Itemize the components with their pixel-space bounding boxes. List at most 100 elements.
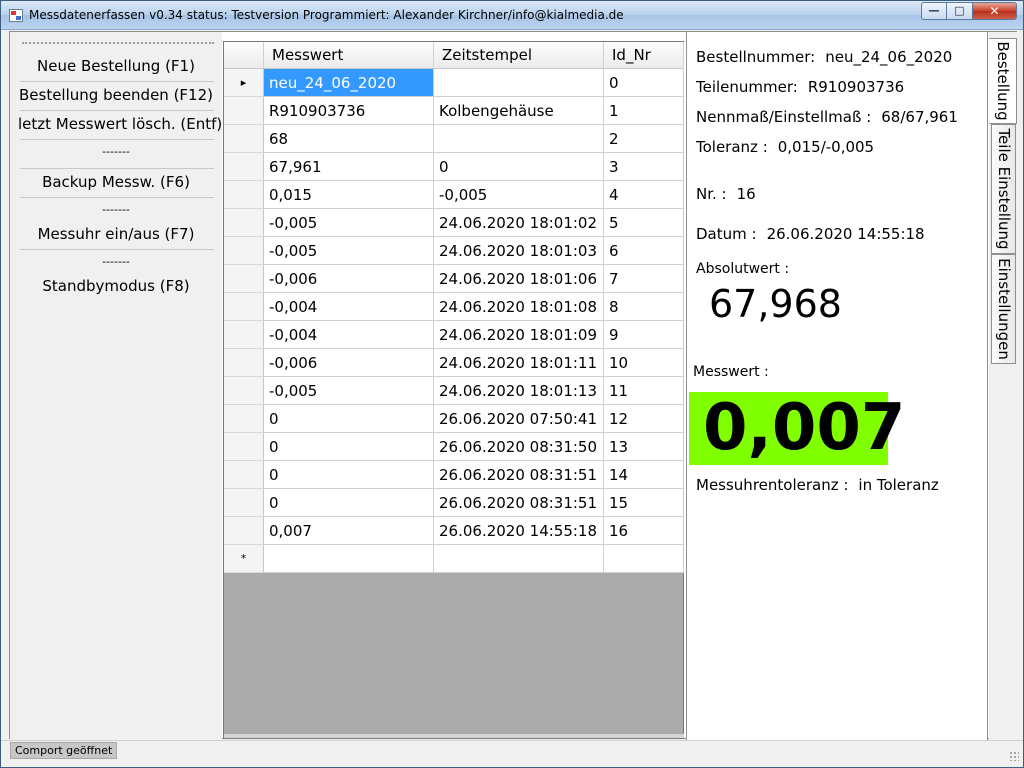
row-header[interactable] [224,405,264,433]
zeitstempel-cell[interactable]: 24.06.2020 18:01:02 [434,209,604,237]
table-row[interactable]: -0,004 24.06.2020 18:01:09 9 [224,321,684,349]
id-nr-cell[interactable]: 1 [604,97,684,125]
new-row-cell[interactable] [604,545,684,573]
new-order-button[interactable]: Neue Bestellung (F1) [18,52,214,80]
zeitstempel-cell[interactable]: 26.06.2020 08:31:50 [434,433,604,461]
row-header[interactable] [224,125,264,153]
app-icon[interactable] [9,9,23,22]
messwert-cell[interactable]: 0 [264,433,434,461]
table-row[interactable]: -0,005 24.06.2020 18:01:02 5 [224,209,684,237]
id-nr-cell[interactable]: 16 [604,517,684,545]
zeitstempel-cell[interactable]: 24.06.2020 18:01:13 [434,377,604,405]
finish-order-button[interactable]: Bestellung beenden (F12) [18,81,214,109]
row-header[interactable] [224,265,264,293]
new-row[interactable]: * [224,545,684,573]
delete-last-value-button[interactable]: letzt Messwert lösch. (Entf) [18,110,222,138]
messwert-cell[interactable]: 0 [264,405,434,433]
tab-bestellung[interactable]: Bestellung [989,38,1017,124]
id-nr-cell[interactable]: 11 [604,377,684,405]
zeitstempel-cell[interactable]: 26.06.2020 08:31:51 [434,489,604,517]
id-nr-cell[interactable]: 9 [604,321,684,349]
table-row[interactable]: 0 26.06.2020 08:31:51 14 [224,461,684,489]
table-row[interactable]: 0 26.06.2020 07:50:41 12 [224,405,684,433]
row-header[interactable] [224,97,264,125]
id-nr-cell[interactable]: 8 [604,293,684,321]
table-row[interactable]: -0,005 24.06.2020 18:01:03 6 [224,237,684,265]
messwert-cell[interactable]: -0,004 [264,321,434,349]
new-row-cell[interactable] [434,545,604,573]
zeitstempel-cell[interactable]: 26.06.2020 08:31:51 [434,461,604,489]
title-bar[interactable]: Messdatenerfassen v0.34 status: Testvers… [1,1,1023,30]
zeitstempel-cell[interactable]: 24.06.2020 18:01:03 [434,237,604,265]
tab-teile-einstellung[interactable]: Teile Einstellung [991,124,1016,254]
row-header[interactable] [224,181,264,209]
id-nr-cell[interactable]: 7 [604,265,684,293]
row-header[interactable] [224,349,264,377]
messwert-cell[interactable]: 0 [264,461,434,489]
column-header-zeitstempel[interactable]: Zeitstempel [434,42,604,69]
gauge-toggle-button[interactable]: Messuhr ein/aus (F7) [18,220,214,248]
id-nr-cell[interactable]: 5 [604,209,684,237]
backup-values-button[interactable]: Backup Messw. (F6) [18,168,214,196]
id-nr-cell[interactable]: 14 [604,461,684,489]
tab-einstellungen[interactable]: Einstellungen [991,254,1016,364]
id-nr-cell[interactable]: 6 [604,237,684,265]
messwert-cell[interactable]: -0,006 [264,265,434,293]
messwert-cell[interactable]: -0,005 [264,209,434,237]
id-nr-cell[interactable]: 15 [604,489,684,517]
new-row-header[interactable]: * [224,545,264,573]
row-header[interactable]: ▸ [224,69,264,97]
table-row[interactable]: 0,007 26.06.2020 14:55:18 16 [224,517,684,545]
messwert-cell[interactable]: 67,961 [264,153,434,181]
resize-grip-icon[interactable] [1009,751,1019,761]
standby-button[interactable]: Standbymodus (F8) [18,272,214,300]
id-nr-cell[interactable]: 10 [604,349,684,377]
zeitstempel-cell[interactable]: 26.06.2020 14:55:18 [434,517,604,545]
table-row[interactable]: R910903736 Kolbengehäuse 1 [224,97,684,125]
table-row[interactable]: 0,015 -0,005 4 [224,181,684,209]
table-row[interactable]: 67,961 0 3 [224,153,684,181]
zeitstempel-cell[interactable]: 0 [434,153,604,181]
minimize-button[interactable]: — [921,2,947,20]
messwert-cell[interactable]: 0,007 [264,517,434,545]
zeitstempel-cell[interactable]: 24.06.2020 18:01:08 [434,293,604,321]
zeitstempel-cell[interactable]: Kolbengehäuse [434,97,604,125]
row-header[interactable] [224,293,264,321]
column-header-id-nr[interactable]: Id_Nr [604,42,684,69]
messwert-cell[interactable]: 68 [264,125,434,153]
row-header[interactable] [224,209,264,237]
row-header[interactable] [224,153,264,181]
table-row[interactable]: -0,004 24.06.2020 18:01:08 8 [224,293,684,321]
table-row[interactable]: -0,006 24.06.2020 18:01:06 7 [224,265,684,293]
table-row[interactable]: -0,005 24.06.2020 18:01:13 11 [224,377,684,405]
table-row[interactable]: 68 2 [224,125,684,153]
zeitstempel-cell[interactable]: 26.06.2020 07:50:41 [434,405,604,433]
messwert-cell[interactable]: 0 [264,489,434,517]
table-row[interactable]: -0,006 24.06.2020 18:01:11 10 [224,349,684,377]
messwert-cell[interactable]: R910903736 [264,97,434,125]
row-header[interactable] [224,517,264,545]
new-row-cell[interactable] [264,545,434,573]
column-header-messwert[interactable]: Messwert [264,42,434,69]
row-header[interactable] [224,489,264,517]
messwert-cell[interactable]: -0,005 [264,377,434,405]
zeitstempel-cell[interactable]: 24.06.2020 18:01:06 [434,265,604,293]
messwert-cell[interactable]: 0,015 [264,181,434,209]
close-button[interactable]: ✕ [973,2,1017,20]
measurement-grid[interactable]: Messwert Zeitstempel Id_Nr ▸ neu_24_06_20… [223,41,684,739]
zeitstempel-cell[interactable]: 24.06.2020 18:01:11 [434,349,604,377]
zeitstempel-cell[interactable]: -0,005 [434,181,604,209]
row-header[interactable] [224,237,264,265]
id-nr-cell[interactable]: 12 [604,405,684,433]
id-nr-cell[interactable]: 2 [604,125,684,153]
messwert-cell[interactable]: -0,004 [264,293,434,321]
horizontal-scrollbar[interactable] [224,734,684,738]
row-header[interactable] [224,433,264,461]
messwert-cell[interactable]: neu_24_06_2020 [264,69,434,97]
id-nr-cell[interactable]: 13 [604,433,684,461]
table-row[interactable]: 0 26.06.2020 08:31:51 15 [224,489,684,517]
maximize-button[interactable]: □ [947,2,973,20]
id-nr-cell[interactable]: 4 [604,181,684,209]
row-header[interactable] [224,377,264,405]
zeitstempel-cell[interactable]: 24.06.2020 18:01:09 [434,321,604,349]
